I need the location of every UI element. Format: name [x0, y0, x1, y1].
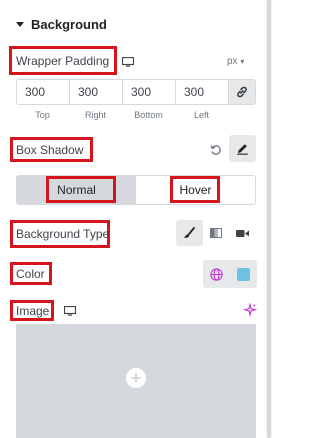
padding-inputs [16, 79, 256, 105]
box-shadow-label: Box Shadow [16, 143, 84, 157]
chevron-down-icon: ▾ [240, 57, 245, 66]
padding-side-labels: Top Right Bottom Left [16, 110, 228, 120]
globe-icon [210, 267, 223, 281]
image-upload-area[interactable]: + [16, 324, 256, 438]
scrollbar[interactable] [266, 0, 272, 438]
padding-bottom-input[interactable] [123, 80, 176, 104]
ai-sparkle-icon[interactable] [242, 302, 258, 318]
color-swatch-button[interactable] [230, 260, 257, 288]
edit-shadow-button[interactable] [229, 135, 256, 162]
background-type-classic[interactable] [176, 220, 203, 246]
side-label-left: Left [193, 110, 209, 120]
caret-down-icon [16, 21, 24, 27]
image-label: Image [16, 304, 50, 318]
video-camera-icon [236, 229, 250, 237]
side-label-right: Right [84, 110, 106, 120]
gradient-icon [210, 228, 222, 238]
color-swatch [237, 267, 250, 281]
background-type-gradient[interactable] [202, 220, 230, 246]
brush-icon [184, 227, 196, 238]
link-icon [237, 86, 247, 98]
unit-selector[interactable]: px ▾ [227, 56, 244, 67]
scroll-thumb[interactable] [267, 0, 271, 438]
wrapper-padding-label: Wrapper Padding [16, 54, 110, 68]
background-type-label: Background Type [16, 227, 110, 241]
highlight-normal [46, 176, 116, 203]
padding-top-input[interactable] [17, 80, 70, 104]
background-type-video[interactable] [229, 220, 256, 246]
desktop-icon[interactable] [121, 55, 135, 69]
unit-label: px [227, 56, 238, 67]
desktop-icon-image[interactable] [63, 304, 77, 318]
color-picker-group [203, 260, 257, 288]
highlight-hover [170, 176, 220, 203]
side-label-top: Top [35, 110, 50, 120]
section-header-background[interactable]: Background [16, 14, 107, 34]
reset-icon[interactable] [208, 142, 224, 158]
padding-left-input[interactable] [176, 80, 229, 104]
side-label-bottom: Bottom [134, 110, 163, 120]
add-image-icon[interactable]: + [126, 368, 146, 388]
section-title: Background [31, 16, 107, 32]
background-type-choices [176, 220, 256, 246]
global-colors-button[interactable] [203, 260, 230, 288]
link-values-button[interactable] [229, 80, 255, 104]
padding-right-input[interactable] [70, 80, 123, 104]
color-label: Color [16, 267, 45, 281]
pencil-icon [237, 144, 248, 155]
